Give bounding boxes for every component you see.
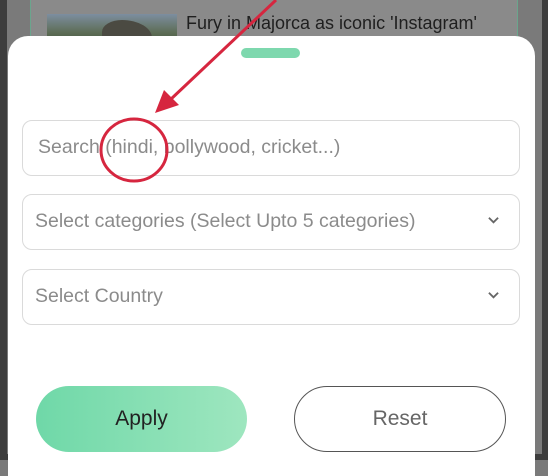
annotation-arrow-line (168, 0, 278, 102)
annotation-overlay (99, 0, 278, 183)
annotation-circle (99, 117, 169, 183)
